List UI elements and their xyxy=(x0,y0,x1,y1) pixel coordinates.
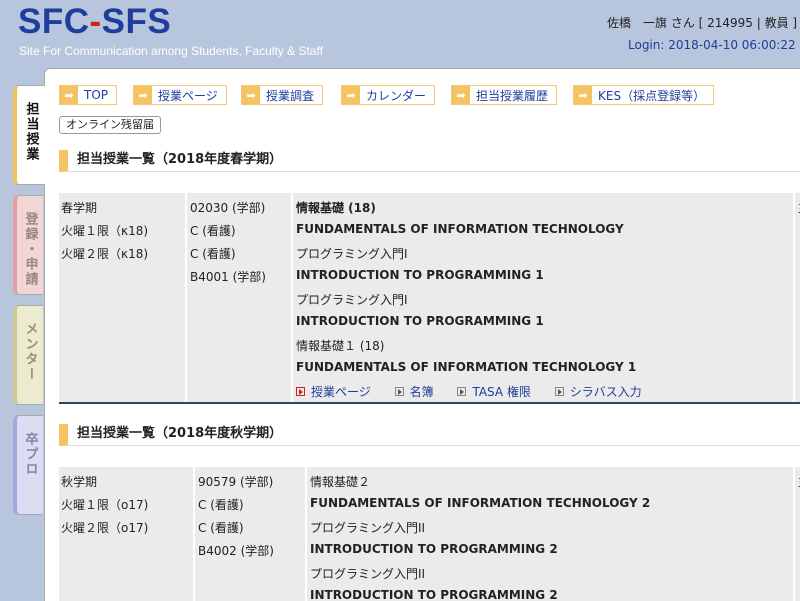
arrow-right-icon: ➡ xyxy=(60,86,78,104)
logo-sfc: SFC xyxy=(18,2,90,41)
autumn-course-table: 秋学期 火曜１限（o17) 火曜２限（o17) 90579 (学部) C (看護… xyxy=(59,467,800,601)
syllabus-link[interactable]: シラバス入力 xyxy=(554,385,642,399)
user-info: 佐橋 一旗 さん [ 214995 | 教員 ] xyxy=(607,16,798,30)
syllabus-link-label: シラバス入力 xyxy=(569,385,642,399)
sidetab-tanto-label: 担当授業 xyxy=(23,102,39,162)
course-title: 情報基礎 (18) xyxy=(296,201,376,215)
nav-history-label: 担当授業履歴 xyxy=(476,88,549,103)
arrow-right-icon: ➡ xyxy=(342,86,360,104)
arrow-right-icon: ➡ xyxy=(452,86,470,104)
section-divider xyxy=(59,402,800,404)
spring-role-column: 主 xyxy=(793,193,800,403)
class-page-link[interactable]: 授業ページ xyxy=(296,385,371,399)
roster-link[interactable]: 名簿 xyxy=(394,385,434,399)
spring-code-column: 02030 (学部) C (看護) C (看護) B4001 (学部) xyxy=(185,193,293,403)
course-title-en: FUNDAMENTALS OF INFORMATION TECHNOLOGY 1 xyxy=(296,360,637,374)
class-page-link-label: 授業ページ xyxy=(311,385,371,399)
nav-calendar[interactable]: ➡ カレンダー xyxy=(341,85,436,105)
course-title-en: INTRODUCTION TO PROGRAMMING 2 xyxy=(310,588,558,601)
period-label: 火曜１限（o17) xyxy=(61,498,149,512)
play-icon xyxy=(554,387,564,396)
course-code: 02030 (学部) xyxy=(190,201,266,215)
period-label: 火曜２限（κ18) xyxy=(61,247,149,261)
course-title: 情報基礎２ xyxy=(310,475,371,489)
play-icon xyxy=(394,387,404,396)
course-code: 90579 (学部) xyxy=(198,475,274,489)
login-timestamp: Login: 2018-04-10 06:00:22 xyxy=(628,38,796,52)
sidetab-toroku[interactable]: 登録・申請 xyxy=(13,195,43,295)
sidetab-mentor[interactable]: メンター xyxy=(13,305,43,405)
course-title-en: FUNDAMENTALS OF INFORMATION TECHNOLOGY 2 xyxy=(310,496,651,510)
course-links: 授業ページ 名簿 TASA 権限 シラバス入力 xyxy=(296,383,662,400)
course-title: プログラミング入門II xyxy=(310,521,426,535)
sidetab-tanto[interactable]: 担当授業 xyxy=(13,85,45,185)
spring-course-column: 情報基礎 (18) FUNDAMENTALS OF INFORMATION TE… xyxy=(291,193,795,403)
logo-sfs: SFS xyxy=(101,2,172,41)
course-title: プログラミング入門I xyxy=(296,293,408,307)
course-title-en: INTRODUCTION TO PROGRAMMING 2 xyxy=(310,542,558,556)
course-code: C (看護) xyxy=(198,521,244,535)
nav-class-page-label: 授業ページ xyxy=(158,88,218,103)
nav-survey[interactable]: ➡ 授業調査 xyxy=(241,85,324,105)
autumn-role-column: 主 xyxy=(793,467,800,601)
autumn-section-heading: 担当授業一覧（2018年度秋学期） xyxy=(59,424,800,446)
nav-top[interactable]: ➡ TOP xyxy=(59,85,118,105)
play-icon xyxy=(296,387,305,396)
arrow-right-icon: ➡ xyxy=(134,86,152,104)
nav-history[interactable]: ➡ 担当授業履歴 xyxy=(451,85,558,105)
nav-top-label: TOP xyxy=(84,88,109,102)
spring-section-heading: 担当授業一覧（2018年度春学期） xyxy=(59,150,800,172)
period-label: 火曜２限（o17) xyxy=(61,521,149,535)
arrow-right-icon: ➡ xyxy=(242,86,260,104)
course-code: C (看護) xyxy=(190,224,236,238)
roster-link-label: 名簿 xyxy=(409,385,434,399)
course-title-en: FUNDAMENTALS OF INFORMATION TECHNOLOGY xyxy=(296,222,624,236)
course-code: C (看護) xyxy=(190,247,236,261)
nav-class-page[interactable]: ➡ 授業ページ xyxy=(133,85,227,105)
course-title: プログラミング入門I xyxy=(296,247,408,261)
sidetab-sotsu[interactable]: 卒プロ xyxy=(13,415,43,515)
site-tagline: Site For Communication among Students, F… xyxy=(19,44,323,58)
course-title: プログラミング入門II xyxy=(310,567,426,581)
nav-survey-label: 授業調査 xyxy=(266,88,315,103)
nav-kes-label: KES（採点登録等） xyxy=(598,88,706,103)
course-title: 情報基礎１ (18) xyxy=(296,339,385,353)
nav-calendar-label: カレンダー xyxy=(366,88,427,103)
tasa-link-label: TASA 権限 xyxy=(472,385,531,399)
play-icon xyxy=(457,387,467,396)
autumn-term-column: 秋学期 火曜１限（o17) 火曜２限（o17) xyxy=(59,467,193,601)
online-residence-button[interactable]: オンライン残留届 xyxy=(59,116,161,134)
autumn-code-column: 90579 (学部) C (看護) C (看護) B4002 (学部) xyxy=(193,467,307,601)
sidetab-sotsu-label: 卒プロ xyxy=(22,432,38,477)
course-code: B4002 (学部) xyxy=(198,544,274,558)
spring-term-column: 春学期 火曜１限（κ18) 火曜２限（κ18) xyxy=(59,193,185,403)
nav-kes[interactable]: ➡ KES（採点登録等） xyxy=(573,85,715,105)
autumn-course-column: 情報基礎２ FUNDAMENTALS OF INFORMATION TECHNO… xyxy=(305,467,795,601)
term-label: 春学期 xyxy=(61,201,98,215)
course-code: C (看護) xyxy=(198,498,244,512)
tasa-link[interactable]: TASA 権限 xyxy=(457,385,531,399)
course-title-en: INTRODUCTION TO PROGRAMMING 1 xyxy=(296,314,544,328)
period-label: 火曜１限（κ18) xyxy=(61,224,149,238)
sidetab-mentor-label: メンター xyxy=(22,322,38,382)
arrow-right-icon: ➡ xyxy=(574,86,592,104)
course-title-en: INTRODUCTION TO PROGRAMMING 1 xyxy=(296,268,544,282)
spring-course-table: 春学期 火曜１限（κ18) 火曜２限（κ18) 02030 (学部) C (看護… xyxy=(59,193,800,403)
course-code: B4001 (学部) xyxy=(190,270,266,284)
logo-dash: - xyxy=(89,2,102,41)
site-logo[interactable]: SFC-SFS xyxy=(18,2,171,42)
main-panel: ➡ TOP ➡ 授業ページ ➡ 授業調査 ➡ カレンダー ➡ 担当授業履歴 ➡ KES（採点… xyxy=(44,68,800,601)
sidetab-toroku-label: 登録・申請 xyxy=(22,212,38,287)
term-label: 秋学期 xyxy=(61,475,98,489)
